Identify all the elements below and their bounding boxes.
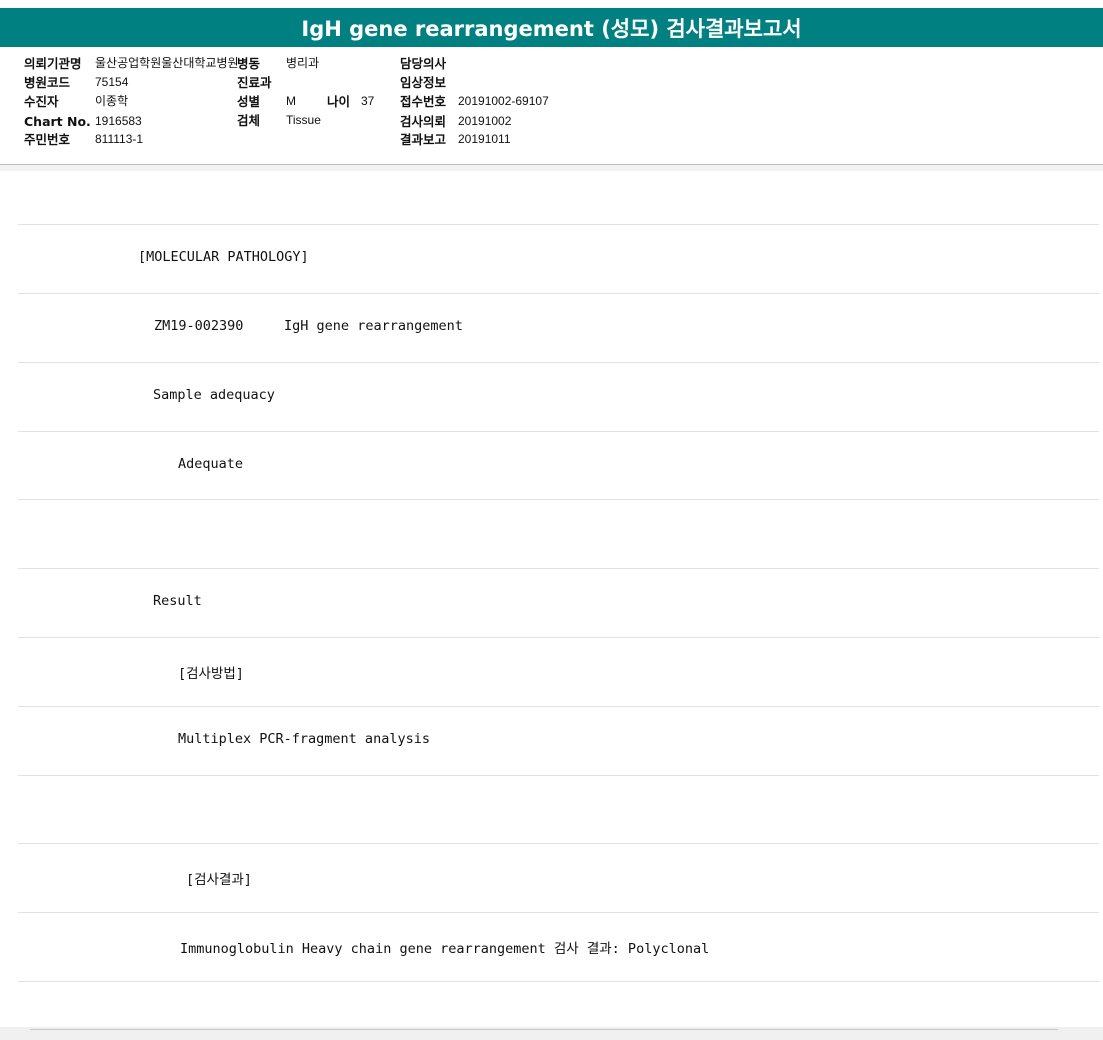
age-value: 37 bbox=[361, 94, 375, 108]
report-row: [검사결과] bbox=[18, 843, 1099, 912]
hospital-code-value: 75154 bbox=[95, 75, 129, 89]
department-label: 진료과 bbox=[237, 75, 272, 90]
report-line: [검사결과] bbox=[186, 872, 252, 888]
referring-institution-value: 울산공업학원울산대학교병원 bbox=[95, 56, 239, 70]
report-row: Multiplex PCR-fragment analysis bbox=[18, 706, 1099, 775]
hospital-code-label: 병원코드 bbox=[24, 75, 71, 90]
specimen-label: 검체 bbox=[237, 113, 261, 128]
resident-no-label: 주민번호 bbox=[24, 132, 71, 147]
report-row: [MOLECULAR PATHOLOGY] bbox=[18, 224, 1099, 293]
resident-no-value: 811113-1 bbox=[95, 132, 144, 146]
report-row bbox=[18, 775, 1099, 844]
report-date-label: 결과보고 bbox=[400, 132, 447, 147]
attending-label: 담당의사 bbox=[400, 56, 447, 71]
report-line: Immunoglobulin Heavy chain gene rearrang… bbox=[180, 941, 710, 957]
report-line: [검사방법] bbox=[178, 666, 244, 682]
patient-info-header: 의뢰기관명 울산공업학원울산대학교병원 병동 병리과 담당의사 병원코드 751… bbox=[0, 47, 1103, 165]
ward-label: 병동 bbox=[237, 56, 261, 71]
report-title: IgH gene rearrangement (성모) 검사결과보고서 bbox=[0, 8, 1103, 47]
report-row: Sample adequacy bbox=[18, 362, 1099, 431]
sex-label: 성별 bbox=[237, 94, 261, 109]
receipt-no-label: 접수번호 bbox=[400, 94, 447, 109]
report-row: Result bbox=[18, 568, 1099, 637]
patient-value: 이종학 bbox=[95, 94, 129, 108]
report-row: Adequate bbox=[18, 431, 1099, 500]
report-row: ZM19-002390 IgH gene rearrangement bbox=[18, 293, 1099, 362]
clinical-info-label: 임상정보 bbox=[400, 75, 447, 90]
report-line: Result bbox=[153, 593, 202, 609]
patient-label: 수진자 bbox=[24, 94, 59, 109]
report-row: [검사방법] bbox=[18, 637, 1099, 706]
chart-no-label: Chart No. bbox=[24, 114, 91, 129]
sex-value: M bbox=[286, 94, 296, 108]
report-line: Sample adequacy bbox=[153, 387, 275, 403]
receipt-no-value: 20191002-69107 bbox=[458, 94, 549, 108]
report-line: Multiplex PCR-fragment analysis bbox=[178, 731, 430, 747]
report-row bbox=[18, 155, 1099, 224]
age-label: 나이 bbox=[327, 94, 351, 109]
top-margin bbox=[0, 0, 1103, 8]
report-body: [MOLECULAR PATHOLOGY] ZM19-002390 IgH ge… bbox=[0, 171, 1103, 1029]
bottom-divider bbox=[30, 1029, 1058, 1030]
report-line: [MOLECULAR PATHOLOGY] bbox=[138, 249, 309, 265]
specimen-value: Tissue bbox=[286, 113, 321, 127]
report-line: ZM19-002390 IgH gene rearrangement bbox=[154, 318, 463, 334]
request-date-value: 20191002 bbox=[458, 114, 512, 128]
chart-no-value: 1916583 bbox=[95, 114, 142, 128]
request-date-label: 검사의뢰 bbox=[400, 114, 447, 129]
report-row bbox=[18, 499, 1099, 568]
report-row: Immunoglobulin Heavy chain gene rearrang… bbox=[18, 912, 1099, 981]
referring-institution-label: 의뢰기관명 bbox=[24, 56, 82, 71]
report-row bbox=[18, 981, 1099, 1027]
report-line: Adequate bbox=[178, 456, 244, 472]
ward-value: 병리과 bbox=[286, 56, 320, 70]
report-date-value: 20191011 bbox=[458, 132, 511, 146]
